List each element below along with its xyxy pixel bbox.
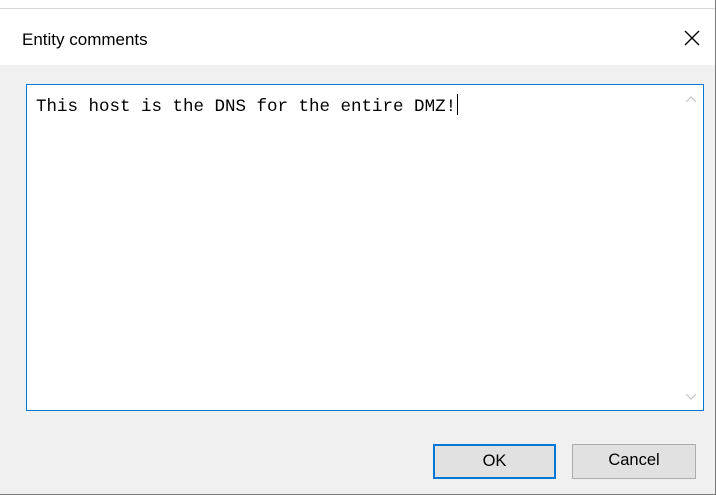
dialog-titlebar: Entity comments [0,0,715,65]
chevron-up-icon[interactable] [685,94,697,104]
ok-button[interactable]: OK [433,444,556,479]
chevron-down-icon[interactable] [685,392,697,402]
text-caret [457,94,459,115]
cancel-button[interactable]: Cancel [572,444,696,479]
top-divider [0,8,715,9]
dialog-title: Entity comments [22,30,148,49]
vertical-scrollbar[interactable] [679,85,703,410]
comment-text[interactable]: This host is the DNS for the entire DMZ! [36,94,459,118]
close-icon [684,30,700,46]
comment-textarea[interactable]: This host is the DNS for the entire DMZ! [26,84,704,411]
entity-comments-dialog: Entity comments This host is the DNS for… [0,0,716,495]
close-button[interactable] [672,18,712,58]
